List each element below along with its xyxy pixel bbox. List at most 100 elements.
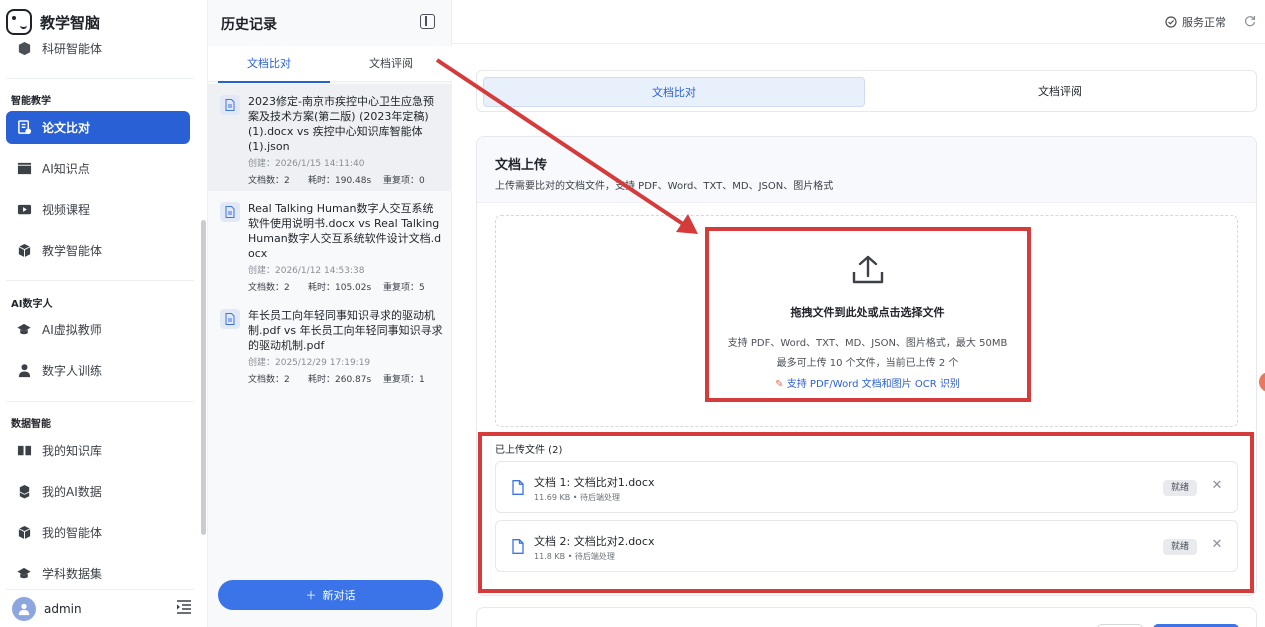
- sidebar-scroll-area: 科研智能体 智能教学 论文比对 AI知识点 视频课程 教学智能体 AI数字人 A…: [0, 40, 200, 588]
- avatar: [12, 597, 36, 621]
- doc-count: 文档数：2: [248, 283, 290, 293]
- sidebar-scrollbar[interactable]: [201, 220, 206, 535]
- book-icon: [16, 443, 32, 459]
- history-item-created: 创建：2025/12/29 17:19:19: [248, 358, 371, 368]
- panel-toggle-icon[interactable]: [420, 14, 435, 29]
- check-circle-icon: [1165, 16, 1177, 28]
- sidebar-item-label: 论文比对: [42, 121, 91, 135]
- history-title: 历史记录: [221, 17, 277, 33]
- divider: [6, 401, 194, 402]
- sidebar-item-label: 数字人训练: [42, 364, 103, 378]
- close-icon[interactable]: ✕: [1210, 479, 1224, 493]
- dropzone-formats: 支持 PDF、Word、TXT、MD、JSON、图片格式，最大 50MB: [727, 338, 1008, 349]
- file-meta: 11.8 KB • 待后端处理: [534, 552, 615, 561]
- sidebar-item-video-course[interactable]: 视频课程: [6, 193, 190, 226]
- upload-header: 文档上传 上传需要比对的文档文件，支持 PDF、Word、TXT、MD、JSON…: [477, 137, 1256, 203]
- new-chat-button[interactable]: ＋ 新对话: [218, 580, 443, 610]
- sidebar-item-paper-compare[interactable]: 论文比对: [6, 111, 190, 144]
- menu-collapse-icon[interactable]: [176, 600, 194, 618]
- history-item-stats: 文档数：2 耗时：105.02s 重复项：5: [248, 280, 444, 293]
- divider: [6, 78, 194, 79]
- history-item[interactable]: 年长员工向年轻同事知识寻求的驱动机制.pdf vs 年长员工向年轻同事知识寻求的…: [208, 298, 452, 390]
- tab-doc-compare[interactable]: 文档比对: [208, 46, 330, 83]
- file-name: 文档 1: 文档比对1.docx: [534, 476, 655, 489]
- file-dropzone[interactable]: 拖拽文件到此处或点击选择文件 支持 PDF、Word、TXT、MD、JSON、图…: [495, 215, 1238, 427]
- sidebar-item-label: 学科数据集: [42, 567, 103, 581]
- main-content: 服务正常 文档比对 文档评阅 文档上传 上传需要比对的文档文件，支持 PDF、W…: [452, 0, 1265, 627]
- upload-icon: [851, 254, 885, 289]
- sidebar-item-label: AI虚拟教师: [42, 323, 102, 337]
- sidebar-item-digital-human-training[interactable]: 数字人训练: [6, 354, 190, 387]
- file-meta: 11.69 KB • 待后端处理: [534, 493, 620, 502]
- sidebar-item-my-agent[interactable]: 我的智能体: [6, 516, 190, 549]
- sidebar-item-label: 我的AI数据: [42, 485, 102, 499]
- uploaded-files-title: 已上传文件 (2): [495, 445, 563, 456]
- sidebar-item-research-agent[interactable]: 科研智能体: [6, 40, 190, 65]
- cube-icon: [16, 41, 32, 57]
- tab-doc-compare[interactable]: 文档比对: [483, 77, 865, 107]
- wand-icon: ✎: [775, 379, 784, 390]
- mode-tabs: 文档比对 文档评阅: [476, 70, 1257, 112]
- sidebar-item-teaching-agent[interactable]: 教学智能体: [6, 234, 190, 267]
- document-icon: [220, 95, 240, 115]
- sidebar-item-label: 我的智能体: [42, 526, 103, 540]
- divider: [6, 280, 194, 281]
- sidebar-item-subject-dataset[interactable]: 学科数据集: [6, 557, 190, 588]
- brand[interactable]: 教学智脑: [6, 8, 100, 36]
- plus-icon: ＋: [305, 589, 317, 602]
- status-badge: 就绪: [1163, 539, 1197, 555]
- divider: [6, 589, 194, 590]
- tab-doc-review[interactable]: 文档评阅: [330, 46, 452, 82]
- history-item-created: 创建：2026/1/15 14:11:40: [248, 159, 365, 169]
- history-item-stats: 文档数：2 耗时：190.48s 重复项：0: [248, 173, 444, 186]
- uploaded-file-row: 文档 1: 文档比对1.docx 11.69 KB • 待后端处理 就绪 ✕: [495, 461, 1238, 513]
- upload-title: 文档上传: [495, 158, 548, 173]
- elapsed-time: 耗时：105.02s: [308, 283, 372, 293]
- history-item-created: 创建：2026/1/12 14:53:38: [248, 266, 365, 276]
- doc-count: 文档数：2: [248, 176, 290, 186]
- history-item-stats: 文档数：2 耗时：260.87s 重复项：1: [248, 372, 444, 385]
- sidebar-item-ai-knowledge[interactable]: AI知识点: [6, 152, 190, 185]
- sidebar-item-label: 我的知识库: [42, 444, 103, 458]
- brand-logo-icon: [6, 9, 32, 35]
- video-play-icon: [16, 202, 32, 218]
- sidebar-item-label: 教学智能体: [42, 244, 103, 258]
- user-profile[interactable]: admin: [12, 596, 196, 622]
- close-icon[interactable]: ✕: [1210, 538, 1224, 552]
- sidebar-item-label: AI知识点: [42, 162, 90, 176]
- graduation-cap-icon: [16, 322, 32, 338]
- sidebar: 教学智脑 科研智能体 智能教学 论文比对 AI知识点 视频课程 教学智能体 AI…: [0, 0, 208, 627]
- dropzone-count: 最多可上传 10 个文件，当前已上传 2 个: [776, 358, 959, 369]
- user-icon: [18, 603, 30, 616]
- results-card: [476, 607, 1257, 627]
- clapperboard-icon: [16, 161, 32, 177]
- refresh-icon[interactable]: [1244, 15, 1256, 30]
- person-icon: [16, 363, 32, 379]
- graduation-cap-icon: [16, 566, 32, 582]
- dropzone-title: 拖拽文件到此处或点击选择文件: [790, 306, 945, 319]
- history-item[interactable]: Real Talking Human数字人交互系统软件使用说明书.docx vs…: [208, 191, 452, 298]
- duplicate-count: 重复项：1: [383, 375, 425, 385]
- sidebar-item-my-knowledge-base[interactable]: 我的知识库: [6, 434, 190, 467]
- user-name: admin: [44, 602, 82, 616]
- new-chat-label: 新对话: [322, 589, 356, 602]
- sidebar-item-ai-virtual-teacher[interactable]: AI虚拟教师: [6, 313, 190, 346]
- doc-count: 文档数：2: [248, 375, 290, 385]
- section-title: 数据智能: [11, 419, 51, 430]
- sidebar-item-label: 视频课程: [42, 203, 91, 217]
- file-icon: [512, 539, 524, 557]
- elapsed-time: 耗时：260.87s: [308, 375, 372, 385]
- sidebar-item-my-ai-data[interactable]: 我的AI数据: [6, 475, 190, 508]
- document-compare-icon: [16, 120, 32, 136]
- cubes-icon: [16, 484, 32, 500]
- floating-helper-tab[interactable]: [1259, 372, 1265, 392]
- history-item[interactable]: 2023修定-南京市疾控中心卫生应急预案及技术方案(第二版) (2023年定稿)…: [208, 84, 452, 191]
- file-icon: [512, 480, 524, 498]
- history-tabs: 文档比对 文档评阅: [208, 46, 452, 83]
- service-status: 服务正常: [1165, 14, 1226, 30]
- tab-doc-review[interactable]: 文档评阅: [869, 77, 1251, 107]
- cube-icon: [16, 525, 32, 541]
- status-badge: 就绪: [1163, 480, 1197, 496]
- history-panel: 历史记录 文档比对 文档评阅 2023修定-南京市疾控中心卫生应急预案及技术方案…: [208, 0, 452, 627]
- document-icon: [220, 202, 240, 222]
